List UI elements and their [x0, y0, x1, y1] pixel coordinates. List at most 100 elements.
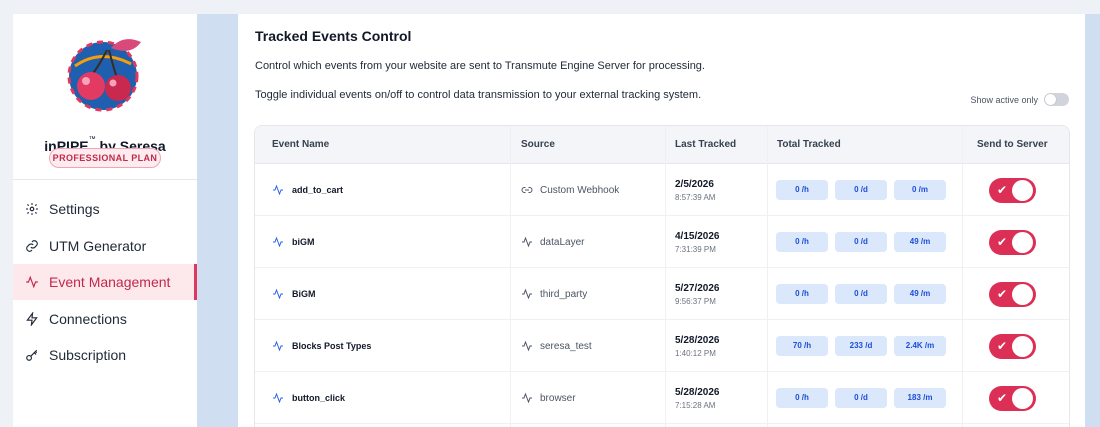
stat-per-hour: 0 /h — [776, 284, 828, 304]
stat-per-hour: 0 /h — [776, 232, 828, 252]
send-to-server-toggle[interactable]: ✔ — [989, 178, 1036, 203]
event-name-cell: button_click — [272, 372, 345, 424]
last-tracked-date: 5/28/2026 — [675, 386, 720, 398]
stat-per-month: 2.4K /m — [894, 336, 946, 356]
event-source: seresa_test — [540, 340, 592, 352]
sidebar-item-label: Subscription — [49, 347, 127, 363]
layout-band-right — [1085, 14, 1100, 427]
table-header: Event Name Source Last Tracked Total Tra… — [255, 126, 1069, 164]
event-name: BiGM — [292, 289, 316, 299]
activity-icon — [521, 288, 533, 300]
column-header-send-to-server: Send to Server — [977, 139, 1048, 150]
event-name-cell: BiGM — [272, 268, 316, 320]
sidebar-item-label: Event Management — [49, 274, 171, 290]
last-tracked-cell: 5/27/2026 9:56:37 PM — [675, 268, 720, 320]
check-icon: ✔ — [997, 183, 1008, 197]
event-name: add_to_cart — [292, 185, 344, 195]
activity-icon — [521, 340, 533, 352]
sidebar-item-connections[interactable]: Connections — [13, 301, 197, 337]
last-tracked-time: 7:15:28 AM — [675, 400, 716, 410]
show-active-label: Show active only — [970, 94, 1038, 105]
activity-icon — [521, 236, 533, 248]
activity-icon — [272, 340, 284, 352]
activity-icon — [272, 184, 284, 196]
toggle-knob — [1012, 284, 1033, 305]
send-to-server-toggle[interactable]: ✔ — [989, 334, 1036, 359]
brand-logo — [61, 26, 153, 118]
toggle-knob — [1012, 388, 1033, 409]
check-icon: ✔ — [997, 287, 1008, 301]
event-name: button_click — [292, 393, 346, 403]
table-row: add_to_cart Custom Webhook 2/5/2026 8:57:39… — [255, 164, 1069, 216]
last-tracked-time: 1:40:12 PM — [675, 348, 716, 358]
page-title: Tracked Events Control — [255, 28, 412, 44]
last-tracked-cell: 5/28/2026 1:40:12 PM — [675, 320, 720, 372]
event-source: browser — [540, 392, 576, 404]
table-row: BiGM third_party 5/27/2026 9:56:37 PM 0 /h 0 … — [255, 268, 1069, 320]
stat-per-day: 233 /d — [835, 336, 887, 356]
send-to-server-toggle[interactable]: ✔ — [989, 230, 1036, 255]
table-row: button_click browser 5/28/2026 7:15:28 AM 0 … — [255, 372, 1069, 424]
sidebar-item-label: UTM Generator — [49, 238, 147, 254]
check-icon: ✔ — [997, 391, 1008, 405]
last-tracked-time: 9:56:37 PM — [675, 296, 716, 306]
key-icon — [25, 348, 39, 362]
sidebar-item-event-management[interactable]: Event Management — [13, 264, 197, 300]
event-name: Blocks Post Types — [292, 341, 372, 351]
event-source: dataLayer — [540, 236, 585, 248]
activity-icon — [272, 236, 284, 248]
sidebar-item-subscription[interactable]: Subscription — [13, 337, 197, 373]
last-tracked-cell: 5/28/2026 7:15:28 AM — [675, 372, 720, 424]
last-tracked-cell: 4/15/2026 7:31:39 PM — [675, 216, 720, 268]
last-tracked-date: 2/5/2026 — [675, 178, 714, 190]
event-name: biGM — [292, 237, 315, 247]
trademark-mark: ™ — [88, 136, 96, 143]
sidebar-item-label: Connections — [49, 311, 127, 327]
description-secondary: Toggle individual events on/off to contr… — [255, 89, 702, 101]
gear-icon — [25, 202, 39, 216]
activity-icon — [272, 392, 284, 404]
plan-badge: PROFESSIONAL PLAN — [49, 148, 161, 168]
last-tracked-date: 5/28/2026 — [675, 334, 720, 346]
last-tracked-cell: 2/5/2026 8:57:39 AM — [675, 164, 715, 216]
last-tracked-date: 5/27/2026 — [675, 282, 720, 294]
toggle-knob — [1012, 336, 1033, 357]
send-to-server-toggle[interactable]: ✔ — [989, 386, 1036, 411]
event-name-cell: Blocks Post Types — [272, 320, 371, 372]
stat-per-day: 0 /d — [835, 388, 887, 408]
column-header-source: Source — [521, 139, 555, 150]
activity-icon — [521, 392, 533, 404]
sidebar-item-utm-generator[interactable]: UTM Generator — [13, 228, 197, 264]
source-cell: seresa_test — [521, 320, 592, 372]
stat-per-month: 49 /m — [894, 284, 946, 304]
toggle-knob — [1012, 232, 1033, 253]
sidebar-item-settings[interactable]: Settings — [13, 191, 197, 227]
source-cell: Custom Webhook — [521, 164, 619, 216]
main-panel: Tracked Events Control Control which eve… — [238, 14, 1085, 427]
stat-per-hour: 0 /h — [776, 388, 828, 408]
show-active-toggle[interactable] — [1044, 93, 1069, 106]
activity-icon — [25, 275, 39, 289]
table-row: biGM dataLayer 4/15/2026 7:31:39 PM 0 /h 0 /d… — [255, 216, 1069, 268]
column-header-last-tracked: Last Tracked — [675, 139, 737, 150]
sidebar: inPIPE™ by Seresa PROFESSIONAL PLAN Sett… — [13, 14, 197, 427]
column-header-event-name: Event Name — [272, 139, 330, 150]
last-tracked-time: 7:31:39 PM — [675, 244, 716, 254]
last-tracked-time: 8:57:39 AM — [675, 192, 716, 202]
stat-per-hour: 0 /h — [776, 180, 828, 200]
description-primary: Control which events from your website a… — [255, 60, 705, 72]
send-to-server-toggle[interactable]: ✔ — [989, 282, 1036, 307]
event-source: Custom Webhook — [540, 184, 620, 196]
show-active-filter: Show active only — [970, 93, 1069, 106]
link-icon — [25, 239, 39, 253]
stat-per-day: 0 /d — [835, 180, 887, 200]
activity-icon — [272, 288, 284, 300]
stat-per-month: 183 /m — [894, 388, 946, 408]
source-cell: dataLayer — [521, 216, 584, 268]
lightning-icon — [25, 312, 39, 326]
toggle-knob — [1012, 180, 1033, 201]
events-table: Event Name Source Last Tracked Total Tra… — [254, 125, 1070, 427]
sidebar-divider — [13, 179, 197, 180]
link-icon — [521, 184, 533, 196]
sidebar-item-label: Settings — [49, 201, 100, 217]
